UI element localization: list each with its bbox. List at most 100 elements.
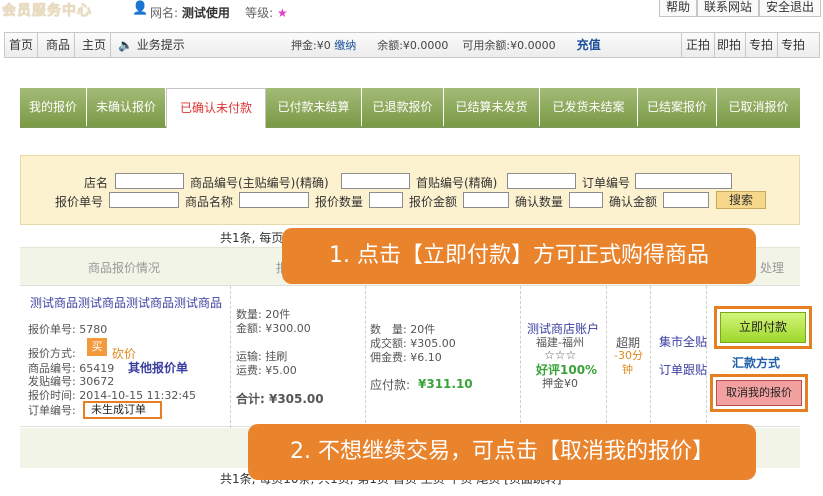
remittance-method-link[interactable]: 汇款方式 (732, 354, 780, 371)
order-status-badge: 未生成订单 (83, 401, 162, 419)
col-divider (606, 286, 607, 428)
contact-link[interactable]: 联系网站 (696, 0, 759, 17)
cancel-quote-button[interactable]: 取消我的报价 (710, 374, 808, 412)
item-name-label: 商品名称 (185, 195, 234, 209)
deposit-pay-link[interactable]: 缴纳 (334, 39, 356, 52)
post-no: 发贴编号: 30672 (28, 375, 115, 388)
payable-label: 应付款: (370, 378, 411, 392)
item-no: 商品编号: 65419 (28, 362, 115, 375)
timeout-label: 超期 (616, 336, 641, 350)
tab-refunded[interactable]: 已退款报价 (362, 88, 444, 126)
tab-my-quotes[interactable]: 我的报价 (20, 88, 87, 126)
nav-zhuanpai-2[interactable]: 专拍 (777, 33, 809, 57)
quote-qty-input[interactable] (369, 192, 403, 208)
help-link[interactable]: 帮助 (658, 0, 697, 17)
speaker-icon: 🔈 (118, 38, 133, 52)
col-divider (520, 286, 521, 428)
order-code-label: 订单编号 (582, 176, 631, 190)
order-code-input[interactable] (635, 173, 732, 189)
confirm-qty-input[interactable] (569, 192, 603, 208)
nav-main[interactable]: 主页 (78, 33, 112, 57)
level-label: 等级: (245, 6, 274, 20)
shop-account-link[interactable]: 测试商店账户 (527, 323, 599, 335)
brand-logo: 会员服务中心 (2, 3, 92, 19)
pay-now-label: 立即付款 (720, 312, 806, 343)
timeout-mins: -30分 (614, 349, 643, 362)
quote-total: 合计: ¥305.00 (236, 392, 324, 406)
item-code-label: 商品编号(主贴编号)(精确) (190, 176, 329, 190)
nav-goods[interactable]: 商品 (42, 33, 76, 57)
nav-home[interactable]: 首页 (5, 33, 39, 57)
tab-cancelled[interactable]: 已取消报价 (717, 88, 800, 126)
confirm-amount-label: 确认金额 (609, 195, 658, 209)
first-post-code-label: 首贴编号(精确) (416, 176, 498, 190)
account-summary: 押金:¥0 缴纳 余额:¥0.0000 可用余额:¥0.0000 充值 (291, 33, 601, 57)
timeout-unit: 钟 (622, 363, 633, 376)
deposit-value: ¥0 (316, 39, 331, 52)
balance-value: ¥0.0000 (402, 39, 449, 52)
level-star-icon: ★ (277, 6, 288, 20)
quote-amount-label: 报价金额 (409, 195, 458, 209)
confirm-qty-label: 确认数量 (515, 195, 564, 209)
order-no-label: 订单编号: (28, 404, 76, 417)
col-action: 处理 (760, 261, 785, 275)
tab-paid-unsettled[interactable]: 已付款未结算 (266, 88, 362, 126)
pager-top: 共1条, 每页 (220, 231, 284, 245)
top-links: 帮助 联系网站 安全退出 (658, 0, 821, 17)
quote-amount: 金额: ¥300.00 (236, 322, 311, 335)
quote-code-input[interactable] (109, 192, 179, 208)
col-divider (230, 286, 231, 428)
confirm-amount-input[interactable] (663, 192, 709, 208)
col-divider (706, 286, 707, 428)
nav-business-tips-label: 业务提示 (136, 38, 185, 52)
search-form: 店名 商品编号(主贴编号)(精确) 首贴编号(精确) 订单编号 报价单号 商品名… (20, 155, 800, 225)
tab-closed[interactable]: 已结案报价 (638, 88, 717, 126)
nav-jipai[interactable]: 即拍 (713, 33, 747, 57)
quote-amount-input[interactable] (463, 192, 509, 208)
balance-label: 余额: (377, 39, 403, 52)
nav-zhuanpai[interactable]: 专拍 (745, 33, 779, 57)
other-quotes-link[interactable]: 其他报价单 (128, 362, 188, 374)
confirmed-amount: 成交额: ¥305.00 (370, 337, 456, 350)
available-value: ¥0.0000 (510, 39, 556, 52)
deposit-label: 押金: (291, 39, 317, 52)
col-quote-info: 商品报价情况 (88, 261, 161, 275)
shop-deposit: 押金¥0 (542, 377, 578, 390)
tab-confirmed-unpaid[interactable]: 已确认未付款 (166, 88, 266, 128)
logout-link[interactable]: 安全退出 (758, 0, 821, 17)
shop-rating: 好评100% (536, 363, 598, 377)
tab-settled-unshipped[interactable]: 已结算未发货 (444, 88, 540, 126)
col-divider (650, 286, 651, 428)
top-bar: 会员服务中心 👤 网名: 测试使用 等级: ★ 帮助 联系网站 安全退出 (0, 0, 823, 22)
user-info: 网名: 测试使用 等级: ★ (150, 4, 288, 21)
quote-code-label: 报价单号 (55, 195, 104, 209)
search-button[interactable]: 搜索 (716, 191, 766, 209)
shipping-method: 运输: 挂刷 (236, 350, 288, 363)
tab-unconfirmed[interactable]: 未确认报价 (87, 88, 166, 126)
commission: 佣金费: ¥6.10 (370, 351, 442, 364)
user-icon: 👤 (132, 1, 149, 16)
item-name-input[interactable] (239, 192, 309, 208)
nav-business-tips[interactable]: 🔈 业务提示 (114, 33, 189, 57)
pay-instruction-callout: 1. 点击【立即付款】方可正式购得商品 (282, 228, 756, 284)
payable-value: ¥311.10 (418, 377, 473, 391)
order-track-link[interactable]: 订单跟贴 (659, 364, 707, 376)
confirmed-qty: 数 量: 20件 (370, 323, 436, 336)
quote-type-text: 砍价 (112, 347, 137, 361)
item-title-link[interactable]: 测试商品测试商品测试商品测试商品 (30, 297, 222, 309)
user-label: 网名: (150, 6, 179, 20)
recharge-link[interactable]: 充值 (577, 38, 601, 52)
shop-name-input[interactable] (115, 173, 184, 189)
quote-type-label: 报价方式: (28, 347, 76, 360)
cancel-instruction-callout: 2. 不想继续交易，可点击【取消我的报价】 (248, 424, 756, 480)
shipping-fee: 运费: ¥5.00 (236, 364, 297, 377)
first-post-code-input[interactable] (507, 173, 576, 189)
quote-qty: 数量: 20件 (236, 308, 291, 321)
tab-shipped-open[interactable]: 已发货未结案 (540, 88, 638, 126)
item-code-input[interactable] (341, 173, 410, 189)
col-divider (365, 286, 366, 428)
market-link[interactable]: 集市全贴 (659, 336, 707, 348)
available-label: 可用余额: (462, 39, 511, 52)
pay-now-button[interactable]: 立即付款 (714, 306, 812, 349)
nav-zhengpai[interactable]: 正拍 (681, 33, 716, 57)
